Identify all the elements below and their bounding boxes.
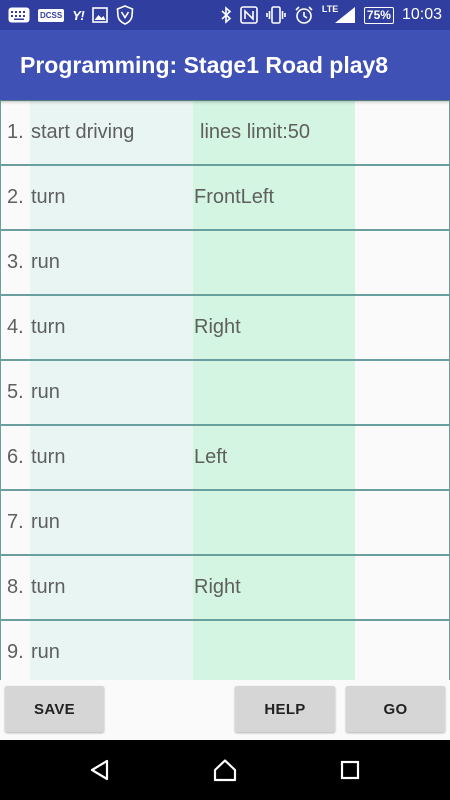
program-row[interactable]: 8. turn Right — [0, 555, 450, 620]
navigation-bar — [0, 740, 450, 800]
program-row[interactable]: 5. run — [0, 360, 450, 425]
recent-apps-button[interactable] — [320, 740, 380, 800]
battery-icon: 75% — [363, 6, 394, 24]
line-number: 6. — [7, 446, 24, 468]
line-number: 5. — [7, 381, 24, 403]
image-icon — [92, 5, 109, 25]
lte-signal-icon: LTE — [322, 4, 356, 25]
program-row[interactable]: 7. run — [0, 490, 450, 555]
back-button[interactable] — [70, 740, 130, 800]
line-number: 3. — [7, 251, 24, 273]
command-cell[interactable]: turn — [31, 556, 65, 619]
command-cell[interactable]: run — [31, 621, 60, 680]
go-button[interactable]: GO — [346, 686, 445, 732]
yahoo-label: Y! — [72, 7, 85, 23]
back-icon — [90, 759, 109, 781]
command-cell[interactable]: run — [31, 231, 60, 294]
notification-grid-icon — [8, 5, 30, 25]
nfc-icon — [240, 5, 258, 25]
bluetooth-icon — [220, 5, 232, 25]
help-button[interactable]: HELP — [235, 686, 335, 732]
shield-icon — [116, 5, 134, 25]
yahoo-icon: Y! — [72, 5, 85, 25]
docss-icon: DCSS — [38, 5, 65, 25]
command-cell[interactable]: start driving — [31, 101, 134, 164]
status-clock: 10:03 — [401, 6, 442, 23]
save-button[interactable]: SAVE — [5, 686, 104, 732]
recent-apps-icon — [340, 760, 360, 780]
command-cell[interactable]: run — [31, 491, 60, 554]
program-row[interactable]: 4. turn Right — [0, 295, 450, 360]
line-number: 9. — [7, 641, 24, 663]
parameter-cell[interactable]: FrontLeft — [194, 166, 274, 229]
line-number: 8. — [7, 576, 24, 598]
parameter-cell[interactable]: Right — [194, 556, 241, 619]
program-list[interactable]: 1. start driving lines limit:50 2. turn … — [0, 100, 450, 680]
page-title: Programming: Stage1 Road play8 — [20, 51, 389, 78]
docss-label: DCSS — [38, 8, 65, 22]
vibrate-icon — [266, 5, 286, 25]
line-number: 1. — [7, 121, 24, 143]
status-bar-left: DCSS Y! — [8, 0, 134, 30]
battery-level: 75% — [366, 7, 391, 22]
program-row[interactable]: 9. run — [0, 620, 450, 680]
line-number: 4. — [7, 316, 24, 338]
line-number: 7. — [7, 511, 24, 533]
program-row[interactable]: 2. turn FrontLeft — [0, 165, 450, 230]
program-row[interactable]: 6. turn Left — [0, 425, 450, 490]
command-cell[interactable]: turn — [31, 296, 65, 359]
status-bar-right: LTE 75% 10:03 — [220, 0, 442, 30]
status-bar: DCSS Y! LTE 75% 10:03 — [0, 0, 450, 30]
line-number: 2. — [7, 186, 24, 208]
app-bar: Programming: Stage1 Road play8 — [0, 30, 450, 100]
alarm-icon — [294, 5, 314, 25]
parameter-cell[interactable]: Left — [194, 426, 227, 489]
home-icon — [213, 759, 237, 782]
lines-limit-label: lines limit:50 — [200, 121, 311, 143]
command-cell[interactable]: turn — [31, 166, 65, 229]
parameter-cell[interactable]: Right — [194, 296, 241, 359]
command-cell[interactable]: run — [31, 361, 60, 424]
command-cell[interactable]: turn — [31, 426, 65, 489]
button-bar: SAVE HELP GO — [0, 680, 450, 740]
program-row[interactable]: 1. start driving lines limit:50 — [0, 100, 450, 165]
home-button[interactable] — [195, 740, 255, 800]
program-row[interactable]: 3. run — [0, 230, 450, 295]
